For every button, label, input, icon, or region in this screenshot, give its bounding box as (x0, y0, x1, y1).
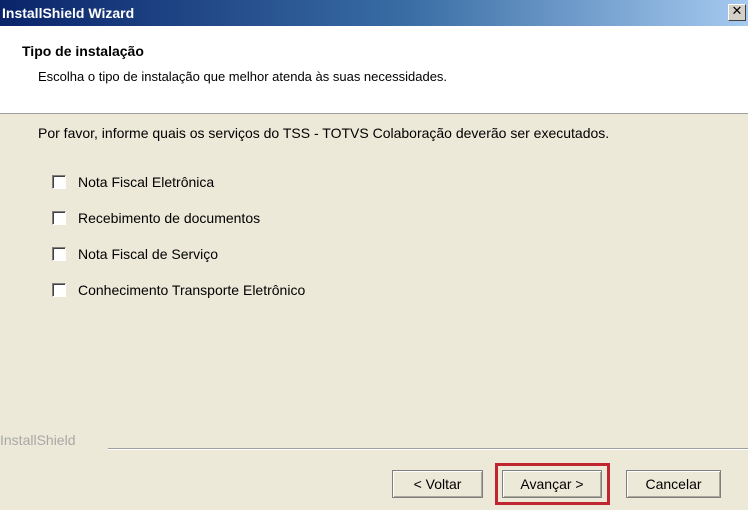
checkbox[interactable] (52, 247, 66, 261)
page-description: Escolha o tipo de instalação que melhor … (38, 69, 448, 84)
instruction-text: Por favor, informe quais os serviços do … (38, 125, 610, 141)
cancel-button[interactable]: Cancelar (626, 470, 721, 498)
option-conhecimento-transporte[interactable]: Conhecimento Transporte Eletrônico (52, 282, 305, 298)
close-icon[interactable]: ✕ (728, 4, 746, 21)
option-nota-fiscal-eletronica[interactable]: Nota Fiscal Eletrônica (52, 174, 214, 190)
wizard-header: Tipo de instalação Escolha o tipo de ins… (0, 26, 748, 114)
option-label: Recebimento de documentos (78, 210, 261, 226)
footer-divider (108, 448, 748, 450)
page-title: Tipo de instalação (22, 43, 144, 59)
installshield-wizard-window: InstallShield Wizard ✕ Tipo de instalaçã… (0, 0, 748, 510)
option-label: Conhecimento Transporte Eletrônico (78, 282, 306, 298)
option-label: Nota Fiscal de Serviço (78, 246, 219, 262)
checkbox[interactable] (52, 175, 66, 189)
option-recebimento-documentos[interactable]: Recebimento de documentos (52, 210, 260, 226)
back-button[interactable]: < Voltar (392, 470, 483, 498)
option-nota-fiscal-servico[interactable]: Nota Fiscal de Serviço (52, 246, 218, 262)
installshield-brand-label: InstallShield (0, 432, 76, 448)
title-bar: InstallShield Wizard ✕ (0, 0, 748, 26)
checkbox[interactable] (52, 283, 66, 297)
window-title: InstallShield Wizard (2, 5, 135, 21)
next-button-highlight (495, 463, 610, 505)
checkbox[interactable] (52, 211, 66, 225)
option-label: Nota Fiscal Eletrônica (78, 174, 215, 190)
